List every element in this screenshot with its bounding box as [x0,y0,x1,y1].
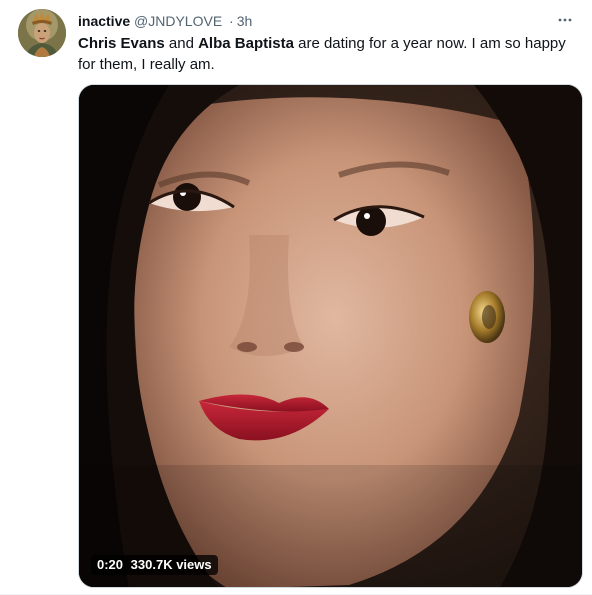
avatar[interactable] [18,9,66,57]
ellipsis-icon [558,18,572,22]
video-thumbnail [79,85,582,587]
mention-name-2: Alba Baptista [198,35,294,52]
tweet-card[interactable]: inactive @JNDYLOVE · 3h Chris Evans and A… [0,0,592,595]
video-stats-badge: 0:20 330.7K views [91,555,218,575]
display-name[interactable]: inactive [78,13,130,29]
tweet-text: Chris Evans and Alba Baptista are dating… [78,33,578,75]
video-player[interactable]: 0:20 330.7K views [78,84,583,588]
tweet-text-and: and [164,35,199,52]
video-duration: 0:20 [97,557,124,572]
video-views: 330.7K views [130,557,212,572]
avatar-image [18,9,66,57]
timestamp[interactable]: 3h [237,13,253,29]
mention-name-1: Chris Evans [78,35,165,52]
separator-dot: · [229,13,234,29]
tweet-header: inactive @JNDYLOVE · 3h [78,11,580,31]
user-handle[interactable]: @JNDYLOVE [134,13,222,29]
more-options-button[interactable] [554,9,576,31]
